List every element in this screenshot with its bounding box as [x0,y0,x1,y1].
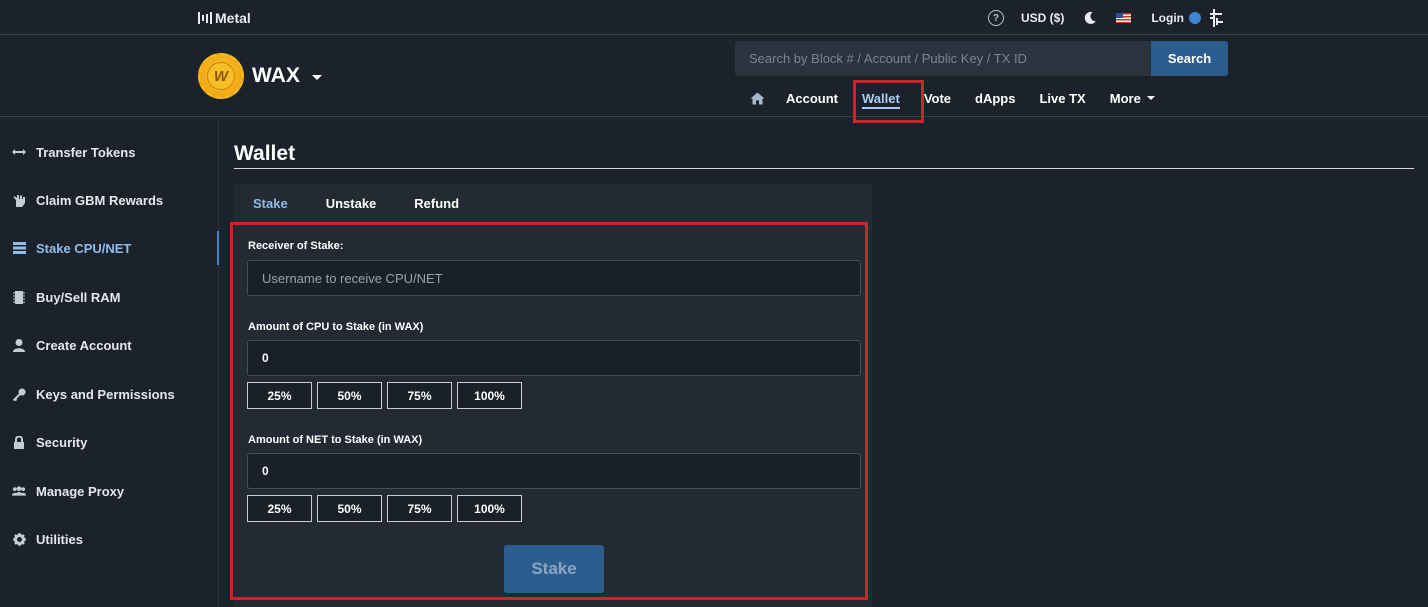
sidebar-item-label: Security [36,434,88,450]
tab-unstake[interactable]: Unstake [326,196,377,211]
chevron-down-icon [311,74,322,80]
net-percent-buttons: 25% 50% 75% 100% [247,495,522,522]
antelope-icon[interactable] [1208,9,1224,27]
sidebar-item-label: Keys and Permissions [36,386,175,402]
nav-more-label: More [1109,90,1141,106]
key-icon [12,387,26,401]
main-header: W WAX Search Account Wallet Vote dApps L… [0,35,1428,117]
receiver-input[interactable] [247,260,861,296]
wax-logo-icon: W [198,53,244,99]
sidebar-item-label: Stake CPU/NET [36,240,132,256]
hand-icon [12,193,26,207]
brand-mark-icon [198,12,212,24]
nav-account[interactable]: Account [774,81,850,115]
sidebar-item-claim-gbm-rewards[interactable]: Claim GBM Rewards [0,183,219,217]
cpu-50-percent-button[interactable]: 50% [317,382,382,409]
server-icon [12,241,26,255]
cpu-25-percent-button[interactable]: 25% [247,382,312,409]
nav-more[interactable]: More [1098,81,1167,115]
login-link[interactable]: Login [1151,11,1184,25]
sidebar-item-security[interactable]: Security [0,425,219,459]
net-25-percent-button[interactable]: 25% [247,495,312,522]
sidebar-item-buy-sell-ram[interactable]: Buy/Sell RAM [0,280,219,314]
sidebar-item-label: Buy/Sell RAM [36,289,121,305]
cpu-amount-label: Amount of CPU to Stake (in WAX) [248,321,424,333]
cpu-100-percent-button[interactable]: 100% [457,382,522,409]
tab-stake[interactable]: Stake [253,196,288,211]
nav-home[interactable] [740,81,774,115]
brand-name: Metal [215,10,251,26]
brand-logo[interactable]: Metal [198,9,251,27]
nav-vote[interactable]: Vote [912,81,963,115]
search-button[interactable]: Search [1151,41,1228,76]
stake-button[interactable]: Stake [504,545,604,593]
search-bar: Search [735,41,1228,76]
wallet-tabs: Stake Unstake Refund [234,184,872,222]
arrows-icon [12,145,26,159]
globe-icon[interactable] [1189,12,1201,24]
home-icon [750,92,764,104]
sidebar-item-label: Claim GBM Rewards [36,192,164,208]
cpu-percent-buttons: 25% 50% 75% 100% [247,382,522,409]
chain-name: WAX [252,64,300,87]
sidebar: Transfer Tokens Claim GBM Rewards Stake … [0,118,219,607]
help-icon[interactable]: ? [988,10,1004,26]
net-amount-input[interactable] [247,453,861,489]
receiver-label: Receiver of Stake: [248,240,344,252]
cpu-amount-input[interactable] [247,340,861,376]
nav-dapps[interactable]: dApps [963,81,1027,115]
us-flag-icon[interactable] [1116,13,1132,23]
sidebar-item-create-account[interactable]: Create Account [0,328,219,362]
sidebar-item-manage-proxy[interactable]: Manage Proxy [0,474,219,508]
chain-selector[interactable]: W WAX [198,53,322,99]
sidebar-item-utilities[interactable]: Utilities [0,522,219,556]
gear-icon [12,532,26,546]
sidebar-item-stake-cpu-net[interactable]: Stake CPU/NET [0,231,219,265]
net-75-percent-button[interactable]: 75% [387,495,452,522]
moon-icon[interactable] [1083,11,1097,25]
search-input[interactable] [735,41,1151,76]
page-title: Wallet [234,142,296,165]
nav-wallet[interactable]: Wallet [850,81,912,115]
chip-icon [12,290,26,304]
top-bar: Metal ? USD ($) Login [0,0,1428,35]
sidebar-item-keys-and-permissions[interactable]: Keys and Permissions [0,377,219,411]
users-icon [12,484,26,498]
user-icon [12,338,26,352]
net-100-percent-button[interactable]: 100% [457,495,522,522]
caret-down-icon [1146,96,1155,100]
sidebar-item-label: Manage Proxy [36,483,125,499]
sidebar-item-transfer-tokens[interactable]: Transfer Tokens [0,135,219,169]
cpu-75-percent-button[interactable]: 75% [387,382,452,409]
nav-live-tx[interactable]: Live TX [1027,81,1097,115]
top-right-controls: ? USD ($) Login [988,8,1224,28]
sidebar-item-label: Utilities [36,531,83,547]
sidebar-item-label: Create Account [36,337,132,353]
net-50-percent-button[interactable]: 50% [317,495,382,522]
lock-icon [12,435,26,449]
currency-selector[interactable]: USD ($) [1021,11,1064,25]
main-nav: Account Wallet Vote dApps Live TX More [740,81,1167,115]
title-divider [234,168,1414,169]
sidebar-item-label: Transfer Tokens [36,144,136,160]
net-amount-label: Amount of NET to Stake (in WAX) [248,434,423,446]
tab-refund[interactable]: Refund [414,196,459,211]
